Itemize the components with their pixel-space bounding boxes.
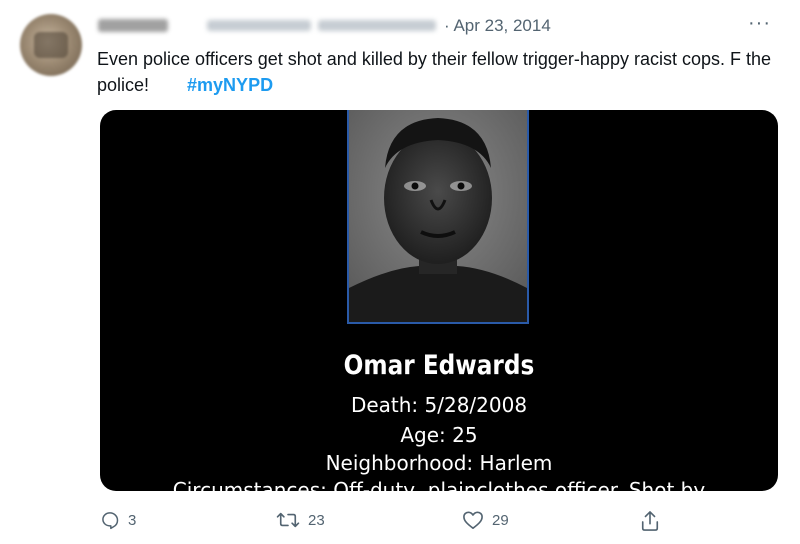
tweet-date[interactable]: · Apr 23, 2014 <box>444 16 551 36</box>
age: Age: 25 <box>400 423 478 447</box>
reply-count: 3 <box>128 511 137 529</box>
tweet-text: Even police officers get shot and killed… <box>97 46 777 98</box>
share-icon <box>641 511 659 531</box>
reply-button[interactable]: 3 <box>100 510 136 530</box>
more-icon[interactable]: ··· <box>748 12 771 35</box>
user-id-redacted <box>207 20 311 31</box>
officer-portrait <box>347 110 529 324</box>
username-redacted[interactable] <box>318 20 436 31</box>
circumstances: Circumstances: Off-duty, plainclothes of… <box>172 478 706 491</box>
reply-icon <box>102 512 119 530</box>
like-button[interactable]: 29 <box>462 510 509 530</box>
tweet-media[interactable]: Omar Edwards Death: 5/28/2008 Age: 25 Ne… <box>100 110 778 491</box>
death-date: Death: 5/28/2008 <box>350 393 528 417</box>
retweet-icon <box>276 512 300 528</box>
like-icon <box>463 511 483 529</box>
like-count: 29 <box>492 511 509 529</box>
action-bar: 3 23 29 <box>0 510 800 534</box>
officer-name: Omar Edwards <box>343 350 535 381</box>
retweet-button[interactable]: 23 <box>276 510 325 530</box>
retweet-count: 23 <box>308 511 325 529</box>
avatar[interactable] <box>20 14 82 76</box>
neighborhood: Neighborhood: Harlem <box>325 451 553 475</box>
share-button[interactable] <box>640 510 668 532</box>
hashtag-link[interactable]: #myNYPD <box>187 75 273 95</box>
display-name-redacted[interactable] <box>98 19 168 32</box>
